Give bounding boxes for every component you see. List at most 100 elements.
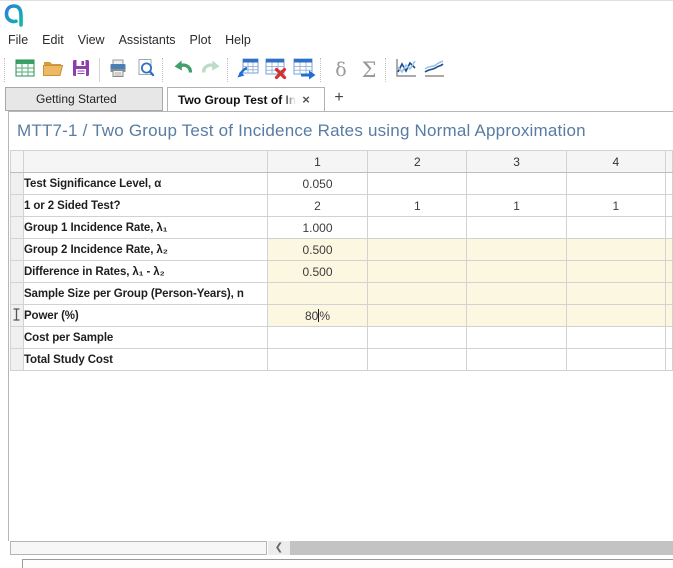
horizontal-scrollbar-thumb[interactable] [290, 541, 673, 555]
cell[interactable] [565, 216, 667, 239]
column-header-3[interactable]: 3 [466, 150, 567, 173]
toolbar-grip [385, 58, 390, 82]
line-chart-icon [421, 56, 447, 85]
cell[interactable] [665, 172, 673, 195]
cell[interactable] [466, 326, 567, 349]
row-selector[interactable] [10, 282, 24, 305]
row-label[interactable]: Group 2 Incidence Rate, λ₂ [22, 238, 268, 261]
row-selector[interactable] [10, 260, 24, 283]
column-header-4[interactable]: 4 [565, 150, 667, 173]
shift-column-button[interactable] [290, 56, 318, 84]
menu-view[interactable]: View [71, 31, 112, 49]
cell[interactable] [367, 216, 468, 239]
cell[interactable]: 1 [565, 194, 667, 217]
column-header-1[interactable]: 1 [266, 150, 369, 173]
cell[interactable] [665, 216, 673, 239]
cell[interactable]: 0.050 [266, 172, 369, 195]
cell[interactable]: 1.000 [266, 216, 369, 239]
cell[interactable] [367, 304, 468, 327]
cell[interactable] [665, 238, 673, 261]
label-column-header[interactable] [22, 150, 268, 173]
column-header-partial[interactable] [665, 150, 673, 173]
cell[interactable] [665, 194, 673, 217]
row-label[interactable]: 1 or 2 Sided Test? [22, 194, 268, 217]
print-button[interactable] [104, 56, 132, 84]
row-label[interactable]: Power (%) [22, 304, 268, 327]
scatter-plot-button[interactable] [392, 56, 420, 84]
cell[interactable]: 1 [367, 194, 468, 217]
redo-button[interactable] [197, 56, 225, 84]
cell[interactable] [665, 282, 673, 305]
cell[interactable]: 2 [266, 194, 369, 217]
new-tab-button[interactable]: + [330, 87, 348, 109]
cell-editing[interactable]: 80% [266, 304, 369, 327]
cell[interactable] [466, 348, 567, 371]
cell[interactable] [665, 260, 673, 283]
cell[interactable] [565, 326, 667, 349]
tab-close-icon[interactable]: × [298, 92, 314, 108]
corner-cell[interactable] [10, 150, 24, 173]
column-header-2[interactable]: 2 [367, 150, 468, 173]
row-label[interactable]: Cost per Sample [22, 326, 268, 349]
print-preview-button[interactable] [132, 56, 160, 84]
delta-icon: δ [335, 59, 347, 81]
row-selector[interactable] [10, 172, 24, 195]
cell[interactable] [266, 348, 369, 371]
line-plot-button[interactable] [420, 56, 448, 84]
row-label[interactable]: Difference in Rates, λ₁ - λ₂ [22, 260, 268, 283]
new-spreadsheet-button[interactable] [11, 56, 39, 84]
row-selector[interactable] [10, 194, 24, 217]
cell[interactable] [367, 260, 468, 283]
menu-assistants[interactable]: Assistants [112, 31, 183, 49]
undo-button[interactable] [169, 56, 197, 84]
cell[interactable] [367, 326, 468, 349]
cell[interactable] [665, 348, 673, 371]
cell[interactable]: 0.500 [266, 238, 369, 261]
cell[interactable] [565, 260, 667, 283]
delta-button[interactable]: δ [327, 56, 355, 84]
cell[interactable] [466, 282, 567, 305]
open-file-button[interactable] [39, 56, 67, 84]
save-button[interactable] [67, 56, 95, 84]
row-selector-editing[interactable] [10, 304, 24, 327]
delete-column-button[interactable] [262, 56, 290, 84]
row-label[interactable]: Sample Size per Group (Person-Years), n [22, 282, 268, 305]
cell[interactable] [466, 304, 567, 327]
insert-column-button[interactable] [234, 56, 262, 84]
cell[interactable] [266, 326, 369, 349]
cell[interactable] [466, 260, 567, 283]
scroll-left-button[interactable]: ❮ [268, 541, 290, 555]
row-label[interactable]: Test Significance Level, α [22, 172, 268, 195]
cell[interactable] [367, 238, 468, 261]
cell[interactable] [466, 216, 567, 239]
cell[interactable] [565, 348, 667, 371]
header-row: 1 2 3 4 [10, 150, 673, 173]
menu-file[interactable]: File [8, 31, 35, 49]
menu-help[interactable]: Help [218, 31, 258, 49]
cell[interactable] [266, 282, 369, 305]
cell[interactable]: 1 [466, 194, 567, 217]
cell[interactable] [466, 238, 567, 261]
tab-getting-started[interactable]: Getting Started [5, 87, 163, 111]
cell[interactable] [665, 326, 673, 349]
cell[interactable] [565, 304, 667, 327]
cell[interactable] [565, 282, 667, 305]
menu-plot[interactable]: Plot [183, 31, 219, 49]
cell[interactable]: 0.500 [266, 260, 369, 283]
cell[interactable] [466, 172, 567, 195]
row-selector[interactable] [10, 238, 24, 261]
row-selector[interactable] [10, 326, 24, 349]
cell[interactable] [367, 348, 468, 371]
row-selector[interactable] [10, 348, 24, 371]
cell[interactable] [367, 172, 468, 195]
row-label[interactable]: Total Study Cost [22, 348, 268, 371]
row-selector[interactable] [10, 216, 24, 239]
row-label[interactable]: Group 1 Incidence Rate, λ₁ [22, 216, 268, 239]
cell[interactable] [367, 282, 468, 305]
cell[interactable] [665, 304, 673, 327]
cell[interactable] [565, 172, 667, 195]
sigma-button[interactable]: Σ [355, 56, 383, 84]
tab-two-group-test[interactable]: Two Group Test of Inci × [167, 87, 325, 111]
menu-edit[interactable]: Edit [35, 31, 71, 49]
cell[interactable] [565, 238, 667, 261]
